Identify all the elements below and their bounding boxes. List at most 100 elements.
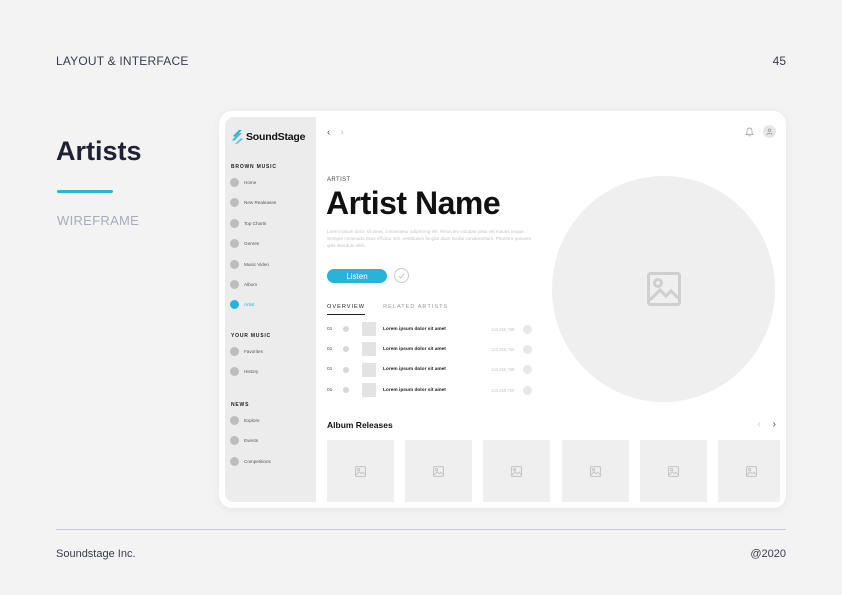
album-card[interactable] — [327, 440, 394, 502]
track-thumbnail — [362, 322, 376, 336]
back-button[interactable]: ‹ — [327, 127, 330, 138]
slide-subtitle: WIREFRAME — [57, 213, 140, 228]
menu-item-icon — [230, 436, 239, 446]
sidebar-section-heading: BROWN MUSIC — [231, 164, 277, 170]
track-row[interactable]: 01 Lorem ipsum dolor sit amet 123,456,789 — [327, 362, 532, 377]
app-window: SoundStage BROWN MUSIC Home New Realeases T… — [219, 111, 786, 508]
track-number: 01 — [327, 387, 333, 393]
logo-text: SoundStage — [246, 131, 306, 143]
footer-divider — [56, 529, 786, 530]
artist-description: Lorem ipsum dolor sit amet, consectetur … — [327, 229, 532, 248]
listen-button[interactable]: Listen — [327, 269, 387, 283]
menu-item-icon — [230, 367, 239, 377]
more-options-icon[interactable] — [523, 385, 532, 395]
sidebar-item-new-realeases[interactable]: New Realeases — [230, 198, 277, 208]
artist-image-placeholder — [552, 176, 775, 402]
menu-item-icon — [230, 218, 239, 228]
track-play-count: 123,456,789 — [491, 346, 515, 352]
artist-name: Artist Name — [326, 185, 501, 221]
more-options-icon[interactable] — [523, 344, 532, 354]
track-number: 01 — [327, 367, 333, 373]
user-icon — [766, 128, 773, 135]
sidebar-item-events[interactable]: Events — [230, 436, 258, 446]
menu-item-icon — [230, 416, 239, 425]
track-play-count: 123,456,789 — [491, 326, 515, 332]
album-next-button[interactable]: › — [773, 419, 776, 430]
image-icon — [355, 465, 366, 477]
image-icon — [746, 465, 757, 477]
check-icon — [398, 273, 405, 279]
play-icon[interactable] — [343, 366, 349, 373]
sidebar-item-competitions[interactable]: Competitions — [230, 456, 271, 466]
album-carousel — [327, 440, 780, 502]
menu-item-icon — [230, 347, 239, 356]
album-card[interactable] — [483, 440, 551, 502]
image-icon — [511, 465, 523, 477]
play-icon[interactable] — [343, 387, 349, 394]
sidebar-item-label: History — [244, 369, 259, 375]
album-releases-title: Album Releases — [327, 420, 393, 430]
track-row[interactable]: 01 Lorem ipsum dolor sit amet 123,456,789 — [327, 322, 532, 336]
album-card[interactable] — [561, 440, 629, 502]
image-icon — [589, 465, 601, 477]
sidebar-item-label: Artist — [244, 302, 255, 308]
sidebar-item-label: Album — [244, 282, 258, 287]
sidebar-item-artist[interactable]: Artist — [230, 300, 255, 310]
sidebar-item-label: Favorites — [244, 349, 263, 354]
menu-item-icon — [230, 300, 239, 310]
track-thumbnail — [362, 342, 376, 357]
sidebar-item-label: Explore — [244, 418, 260, 423]
footer-copyright: @2020 — [750, 548, 786, 560]
logo[interactable]: SoundStage — [231, 130, 305, 144]
album-card[interactable] — [405, 440, 473, 502]
sidebar-item-label: Home — [244, 180, 257, 185]
more-options-icon[interactable] — [523, 365, 532, 375]
forward-button[interactable]: › — [340, 127, 343, 138]
play-icon[interactable] — [343, 326, 349, 332]
user-avatar[interactable] — [763, 125, 776, 138]
track-title: Lorem ipsum dolor sit amet — [383, 346, 446, 352]
track-number: 01 — [327, 346, 333, 352]
album-prev-button[interactable]: ‹ — [757, 419, 760, 430]
artist-kicker: ARTIST — [327, 177, 351, 183]
track-row[interactable]: 01 Lorem ipsum dolor sit amet 123,456,789 — [327, 383, 532, 398]
play-icon[interactable] — [343, 346, 349, 353]
sidebar-item-history[interactable]: History — [230, 367, 259, 377]
bell-icon[interactable] — [745, 127, 754, 137]
sidebar-section-heading: NEWS — [231, 402, 250, 408]
menu-item-icon — [230, 239, 239, 249]
album-card[interactable] — [718, 440, 780, 502]
album-card[interactable] — [639, 440, 707, 502]
more-options-icon[interactable] — [523, 324, 532, 334]
track-title: Lorem ipsum dolor sit amet — [383, 367, 446, 373]
tab-overview[interactable]: OVERVIEW — [327, 304, 366, 315]
menu-item-icon — [230, 280, 239, 289]
track-play-count: 123,456,789 — [491, 387, 515, 393]
track-thumbnail — [362, 362, 376, 377]
track-number: 01 — [327, 326, 333, 332]
sidebar-item-top-charts[interactable]: Top Charts — [230, 218, 266, 228]
track-title: Lorem ipsum dolor sit amet — [383, 387, 446, 393]
tab-related-artists[interactable]: RELATED ARTISTS — [383, 304, 448, 315]
sidebar-section-heading: YOUR MUSIC — [231, 333, 271, 339]
slide-title: Artists — [56, 136, 142, 166]
sidebar-item-label: Music Video — [244, 261, 269, 267]
follow-button[interactable] — [394, 268, 409, 283]
track-title: Lorem ipsum dolor sit amet — [383, 326, 446, 332]
sidebar-item-genres[interactable]: Genres — [230, 239, 259, 249]
sidebar-item-label: Competitions — [244, 458, 271, 464]
menu-item-icon — [230, 456, 239, 466]
sidebar-item-explore[interactable]: Explore — [230, 416, 260, 425]
sidebar-item-music-video[interactable]: Music Video — [230, 259, 269, 269]
album-nav: ‹ › — [757, 419, 776, 430]
track-play-count: 123,456,789 — [491, 367, 515, 373]
sidebar-item-favorites[interactable]: Favorites — [230, 347, 263, 356]
sidebar: SoundStage BROWN MUSIC Home New Realeases T… — [225, 117, 316, 502]
soundstage-logo-icon — [232, 130, 243, 144]
menu-item-icon — [230, 259, 239, 269]
track-row[interactable]: 01 Lorem ipsum dolor sit amet 123,456,789 — [327, 342, 532, 357]
sidebar-item-home[interactable]: Home — [230, 178, 256, 187]
sidebar-item-label: New Realeases — [244, 200, 277, 206]
sidebar-item-album[interactable]: Album — [230, 280, 257, 289]
menu-item-icon — [230, 198, 239, 208]
